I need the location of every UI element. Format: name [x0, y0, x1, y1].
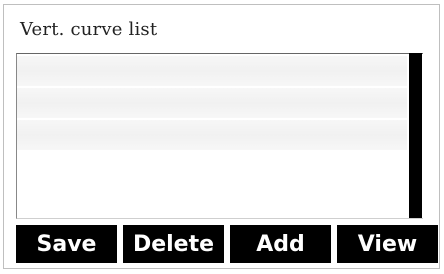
- button-bar: Save Delete Add View: [16, 225, 438, 263]
- view-button[interactable]: View: [337, 225, 438, 263]
- list-item[interactable]: [17, 152, 407, 182]
- list-item[interactable]: [17, 56, 407, 86]
- list-item[interactable]: [17, 88, 407, 118]
- add-button[interactable]: Add: [230, 225, 331, 263]
- list-item[interactable]: [17, 120, 407, 150]
- panel-title: Vert. curve list: [20, 19, 158, 40]
- list-rows: [17, 56, 407, 216]
- save-button[interactable]: Save: [16, 225, 117, 263]
- vert-curve-list[interactable]: [16, 53, 423, 219]
- list-item[interactable]: [17, 184, 407, 214]
- list-scrollbar[interactable]: [409, 53, 422, 218]
- delete-button[interactable]: Delete: [123, 225, 224, 263]
